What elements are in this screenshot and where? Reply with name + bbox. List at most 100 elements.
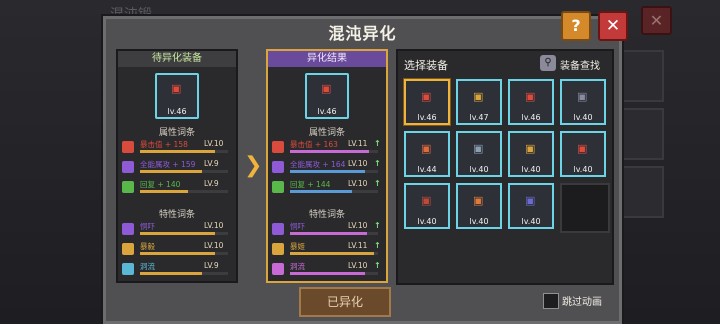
equipment-slot[interactable]: ▣ lv.40 [560, 79, 606, 125]
item-level: lv.40 [521, 165, 541, 174]
pending-equipment-column: 待异化装备 ▣ lv.46 属性词条 暴击值 + 158 LV.10 全能属攻 + … [116, 49, 238, 283]
trait-row: 洞流 LV.10 ↑ [270, 261, 384, 279]
magnifier-icon: ⚲ [540, 55, 556, 71]
trait-name: 暴毅 [140, 242, 155, 251]
equipment-slot[interactable]: ▣ lv.40 [560, 131, 606, 177]
equipment-slot[interactable]: ▣ lv.40 [508, 183, 554, 229]
trait-progress-fill [290, 272, 365, 275]
attr-progress-bar [290, 150, 378, 153]
armor-icon: ▣ [171, 82, 182, 95]
trait-icon [272, 263, 284, 275]
select-title: 选择装备 [404, 59, 448, 72]
transfer-arrow-icon: ❯ [244, 153, 263, 178]
trait-progress-bar [290, 252, 378, 255]
level-up-icon: ↑ [374, 221, 381, 230]
item-level: lv.40 [573, 165, 593, 174]
equipment-item[interactable]: ▣ lv.40 [560, 79, 606, 125]
result-item[interactable]: ▣ lv.46 [305, 73, 349, 119]
trait-name: 暴姬 [290, 242, 305, 251]
dialog-title: 混沌异化 [328, 24, 397, 43]
attr-level: LV.11 [348, 139, 368, 148]
trait-level: LV.10 [204, 221, 224, 230]
equipment-slot[interactable]: ▣ lv.40 [456, 183, 502, 229]
background-card [620, 166, 664, 218]
trait-progress-bar [290, 272, 378, 275]
equipment-item[interactable]: ▣ lv.40 [560, 131, 606, 177]
equipment-item[interactable]: ▣ lv.40 [404, 183, 450, 229]
attr-name: 全能属攻 + 164 [290, 160, 346, 169]
equipment-slot[interactable]: ▣ lv.44 [404, 131, 450, 177]
equipment-slot[interactable]: ▣ lv.40 [456, 131, 502, 177]
trait-name: 洞流 [290, 262, 305, 271]
level-up-icon: ↑ [374, 179, 381, 188]
trait-level: LV.10 [348, 221, 368, 230]
item-level: lv.46 [317, 107, 337, 116]
armor-icon: ▣ [525, 90, 536, 103]
trait-progress-fill [140, 232, 215, 235]
pending-item[interactable]: ▣ lv.46 [155, 73, 199, 119]
help-button[interactable]: ? [561, 11, 591, 41]
equipment-slot[interactable]: ▣ lv.47 [456, 79, 502, 125]
armor-icon: ▣ [321, 82, 332, 95]
equipment-slot[interactable] [560, 183, 610, 233]
trait-progress-bar [140, 272, 228, 275]
level-up-icon: ↑ [374, 241, 381, 250]
equipment-slot[interactable]: ▣ lv.40 [404, 183, 450, 229]
attr-icon [272, 141, 284, 153]
level-up-icon: ↑ [374, 159, 381, 168]
attr-name: 暴击值 + 163 [290, 140, 338, 149]
alienated-button[interactable]: 已异化 [299, 287, 391, 317]
skip-animation-checkbox[interactable] [543, 293, 559, 309]
equipment-slot[interactable]: ▣ lv.46 [404, 79, 450, 125]
equipment-item[interactable]: ▣ lv.47 [456, 79, 502, 125]
trait-progress-bar [140, 252, 228, 255]
attr-section-title: 属性词条 [308, 128, 345, 138]
trait-progress-fill [290, 252, 374, 255]
level-up-icon: ↑ [374, 261, 381, 270]
attr-icon [272, 161, 284, 173]
search-equipment-button[interactable]: ⚲ 装备查找 [540, 55, 610, 73]
attr-progress-bar [140, 190, 228, 193]
equipment-slot[interactable]: ▣ lv.40 [508, 131, 554, 177]
attr-progress-fill [290, 170, 365, 173]
trait-icon [122, 243, 134, 255]
background-card [620, 108, 664, 160]
attr-progress-fill [140, 150, 215, 153]
trait-icon [122, 263, 134, 275]
attr-level: LV.10 [204, 139, 224, 148]
equipment-slot[interactable]: ▣ lv.46 [508, 79, 554, 125]
skip-animation-label: 跳过动画 [562, 297, 602, 308]
attr-progress-bar [140, 150, 228, 153]
equipment-item[interactable]: ▣ lv.46 [508, 79, 554, 125]
armor-icon: ▣ [577, 142, 588, 155]
attr-progress-fill [140, 170, 202, 173]
equipment-item[interactable]: ▣ lv.40 [456, 131, 502, 177]
close-button[interactable]: ✕ [598, 11, 628, 41]
trait-section-title: 特性词条 [158, 210, 195, 220]
item-level: lv.40 [417, 217, 437, 226]
attr-row: 全能属攻 + 159 LV.9 [120, 159, 234, 177]
search-label: 装备查找 [560, 61, 600, 72]
trait-name: 恫吓 [290, 222, 305, 231]
trait-row: 恫吓 LV.10 ↑ [270, 221, 384, 239]
trait-row: 洞流 LV.9 [120, 261, 234, 279]
trait-level: LV.9 [204, 261, 219, 270]
armor-icon: ▣ [473, 194, 484, 207]
trait-progress-fill [140, 252, 215, 255]
attr-level: LV.9 [204, 159, 219, 168]
item-level: lv.46 [417, 113, 437, 122]
trait-progress-bar [290, 232, 378, 235]
attr-icon [272, 181, 284, 193]
equipment-item[interactable]: ▣ lv.40 [508, 183, 554, 229]
item-level: lv.47 [469, 113, 489, 122]
equipment-item[interactable]: ▣ lv.40 [508, 131, 554, 177]
item-level: lv.40 [469, 217, 489, 226]
level-up-icon: ↑ [374, 139, 381, 148]
item-level: lv.40 [469, 165, 489, 174]
attr-icon [122, 161, 134, 173]
equipment-item[interactable]: ▣ lv.44 [404, 131, 450, 177]
equipment-item[interactable]: ▣ lv.46 [404, 79, 450, 125]
select-equipment-panel: 选择装备 ⚲ 装备查找 ▣ lv.46 ▣ lv.47 ▣ lv.46 ▣ lv.40 ▣ lv.… [396, 49, 614, 285]
equipment-item[interactable]: ▣ lv.40 [456, 183, 502, 229]
attr-name: 全能属攻 + 159 [140, 160, 196, 169]
